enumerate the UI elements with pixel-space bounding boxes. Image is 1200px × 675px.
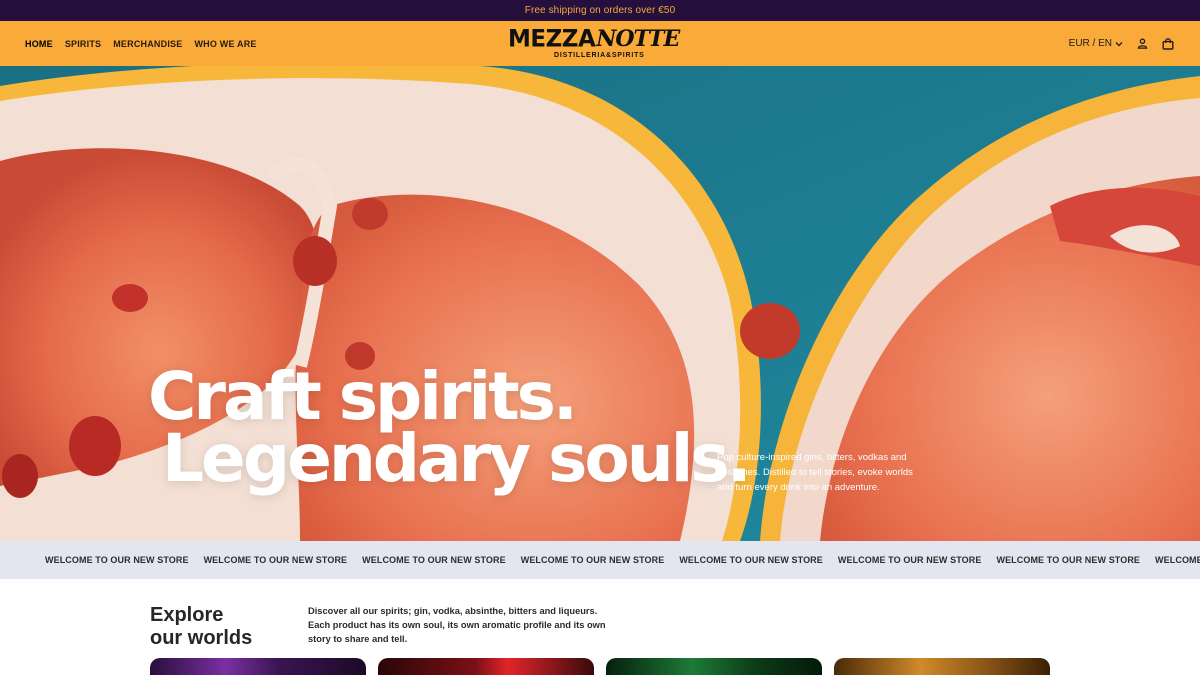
explore-heading: Explore our worlds xyxy=(150,604,252,650)
logo-word-primary: MEZZA xyxy=(508,25,596,53)
explore-heading-line1: Explore xyxy=(150,604,224,626)
hero-headline-line2: Legendary souls. xyxy=(162,420,752,497)
world-card-amber[interactable] xyxy=(834,658,1050,675)
marquee-item: WELCOME TO OUR NEW STORE xyxy=(45,555,189,565)
account-button[interactable] xyxy=(1135,37,1149,51)
explore-heading-line2: our worlds xyxy=(150,627,253,649)
chevron-down-icon xyxy=(1115,41,1123,46)
marquee-item: WELCOME TO OUR NEW STORE xyxy=(679,555,823,565)
world-card-red[interactable] xyxy=(378,658,594,675)
site-header: HOME SPIRITS MERCHANDISE WHO WE ARE MEZZ… xyxy=(0,21,1200,66)
marquee-item: WELCOME TO OUR NEW STORE xyxy=(837,555,982,565)
worlds-cards xyxy=(150,658,1050,675)
hero-headline: Craft spirits. Legendary souls. xyxy=(148,364,752,497)
currency-language-selector[interactable]: EUR / EN xyxy=(1069,38,1123,49)
main-nav: HOME SPIRITS MERCHANDISE WHO WE ARE xyxy=(25,21,257,66)
explore-description: Discover all our spirits; gin, vodka, ab… xyxy=(308,606,606,644)
nav-item-merchandise[interactable]: MERCHANDISE xyxy=(113,39,182,49)
marquee-item: WELCOME TO OUR NEW STORE xyxy=(203,555,348,565)
announcement-text: Free shipping on orders over €50 xyxy=(524,5,676,16)
marquee-item: WELCOME TO OUR NEW STORE xyxy=(362,555,506,565)
hero-banner: Craft spirits. Legendary souls. Pop cult… xyxy=(0,66,1200,541)
nav-item-home[interactable]: HOME xyxy=(25,39,53,49)
header-tools: EUR / EN xyxy=(1069,21,1175,66)
user-icon xyxy=(1137,38,1147,49)
marquee-item: WELCOME TO OUR NEW STORE xyxy=(1155,555,1200,565)
nav-item-spirits[interactable]: SPIRITS xyxy=(65,39,101,49)
hero-description: Pop culture-inspired gins, bitters, vodk… xyxy=(717,452,913,493)
currency-language-label: EUR / EN xyxy=(1068,38,1112,49)
announcement-bar: Free shipping on orders over €50 xyxy=(0,0,1200,21)
nav-item-who-we-are[interactable]: WHO WE ARE xyxy=(194,39,256,49)
marquee-track: WELCOME TO OUR NEW STORE WELCOME TO OUR … xyxy=(0,555,1200,565)
cart-button[interactable] xyxy=(1161,37,1175,51)
logo-wordmark: MEZZA NOTTE xyxy=(508,25,694,53)
marquee-item: WELCOME TO OUR NEW STORE xyxy=(520,555,665,565)
bag-icon xyxy=(1162,37,1174,50)
world-card-purple[interactable] xyxy=(150,658,366,675)
logo-tagline: DISTILLERIA&SPIRITS xyxy=(554,52,645,59)
marquee-item: WELCOME TO OUR NEW STORE xyxy=(996,555,1141,565)
world-card-green[interactable] xyxy=(606,658,822,675)
site-logo[interactable]: MEZZA NOTTE DISTILLERIA&SPIRITS xyxy=(508,25,694,62)
logo-word-script: NOTTE xyxy=(596,26,680,52)
announcement-marquee: WELCOME TO OUR NEW STORE WELCOME TO OUR … xyxy=(0,541,1200,579)
